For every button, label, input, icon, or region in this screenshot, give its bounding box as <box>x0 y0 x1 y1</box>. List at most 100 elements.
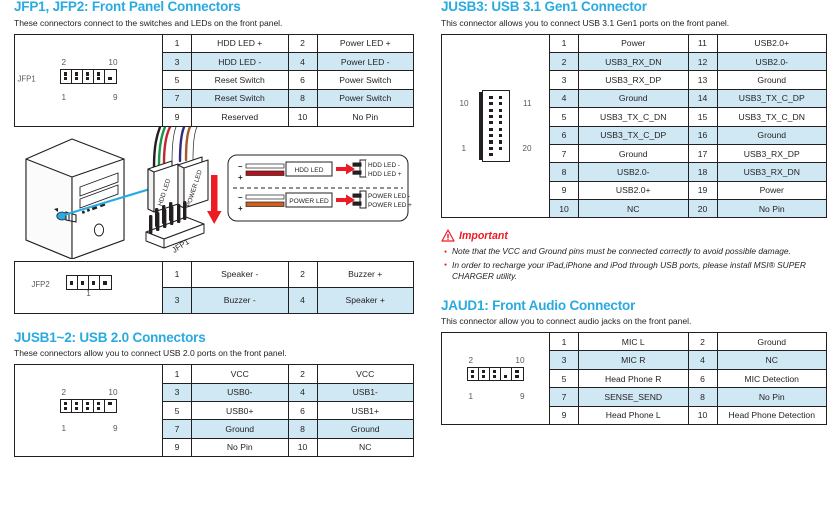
pin-number: 10 <box>687 405 718 426</box>
inset-hdd-block-label: HDD LED <box>295 167 324 174</box>
pin-signal: No Pin <box>191 437 289 458</box>
jfp1-pin-table: JFP1 2 10 1 9 1 HDD LED + 2 Power LED + … <box>14 33 414 127</box>
pin-signal: Power Switch <box>316 70 414 90</box>
pin-signal: Reset Switch <box>191 88 289 109</box>
pin-signal: NC <box>316 437 414 458</box>
hdd-minus-sign: – <box>238 162 243 171</box>
right-column: JUSB3: USB 3.1 Gen1 Connector This conne… <box>441 0 827 426</box>
pin-signal: MIC R <box>578 350 689 370</box>
pin-number: 11 <box>687 33 718 53</box>
jusb3-pin-top-left-number: 10 <box>459 99 469 109</box>
pin-number: 8 <box>687 387 718 407</box>
pin-number: 5 <box>549 368 579 389</box>
pin-signal: MIC Detection <box>716 368 827 389</box>
jaud1-header-diagram: 2 10 1 9 <box>441 332 550 426</box>
inset-hdd-target-plus: HDD LED + <box>368 171 402 178</box>
jusb12-section-description: These connectors allow you to connect US… <box>14 348 287 359</box>
pin-number: 1 <box>549 33 579 53</box>
pin-signal: No Pin <box>716 387 827 407</box>
pin-number: 4 <box>549 88 579 109</box>
pin-number: 4 <box>687 350 718 370</box>
pin-signal: USB3_TX_C_DN <box>578 107 689 127</box>
pin-number: 5 <box>162 70 192 90</box>
front-panel-illustration: HDD LED POWER LED JFP1 – + HDD LED HDD L… <box>14 125 418 260</box>
pin-signal: USB2.0- <box>716 51 827 72</box>
pin-number: 7 <box>549 143 579 164</box>
pin-number: 20 <box>687 199 718 219</box>
pin-number: 3 <box>162 286 192 314</box>
pin-number: 10 <box>549 199 579 219</box>
pin-signal: No Pin <box>716 199 827 219</box>
pin-number: 5 <box>549 107 579 127</box>
pin-number: 2 <box>287 33 318 53</box>
pin-signal: Head Phone Detection <box>716 405 827 426</box>
inset-hdd-target-minus: HDD LED - <box>368 162 400 169</box>
jusb3-pin-table: 10 11 1 20 1 Power 11 USB2.0+ 2 USB3_RX_… <box>441 33 827 219</box>
jfp1-connector-label: JFP1 <box>17 74 36 84</box>
jusb12-pin-top-left-number: 2 <box>61 387 67 397</box>
pin-signal: USB2.0- <box>578 162 689 182</box>
pin-number: 9 <box>162 437 192 458</box>
pin-signal: USB3_TX_C_DN <box>716 107 827 127</box>
jusb12-pin-bottom-left-number: 1 <box>61 423 67 433</box>
pin-number: 2 <box>287 364 318 384</box>
pin-number: 9 <box>549 180 579 201</box>
pin-number: 18 <box>687 162 718 182</box>
jusb12-pin-table: 2 10 1 9 1 VCC 2 VCC 3 USB0- 4 USB1- 5 U… <box>14 364 414 458</box>
pin-signal: Reserved <box>191 107 289 127</box>
jaud1-pin-table: 2 10 1 9 1 MIC L 2 Ground 3 MIC R 4 NC 5… <box>441 332 827 426</box>
jfp1-pin-top-right-number: 10 <box>108 58 118 68</box>
pin-number: 6 <box>549 125 579 145</box>
jusb3-section-title: JUSB3: USB 3.1 Gen1 Connector <box>441 0 647 14</box>
jusb12-header-diagram: 2 10 1 9 <box>14 364 163 458</box>
pin-number: 3 <box>549 70 579 90</box>
jusb3-pin-bottom-right-number: 20 <box>522 143 532 153</box>
important-item: In order to recharge your iPad,iPhone an… <box>444 260 827 283</box>
jaud1-section-title: JAUD1: Front Audio Connector <box>441 297 636 313</box>
pin-number: 2 <box>287 260 318 288</box>
pin-signal: USB3_RX_DP <box>716 143 827 164</box>
jfp-section-title: JFP1, JFP2: Front Panel Connectors <box>14 0 241 14</box>
pin-signal: HDD LED + <box>191 33 289 53</box>
jusb3-header-diagram: 10 11 1 20 <box>441 33 550 219</box>
pin-number: 8 <box>287 88 318 109</box>
important-heading: Important <box>441 229 827 243</box>
pin-signal: Speaker - <box>191 260 289 288</box>
jaud1-pin-bottom-right-number: 9 <box>519 391 525 401</box>
pin-number: 9 <box>549 405 579 426</box>
pin-signal: Ground <box>578 88 689 109</box>
pin-signal: VCC <box>191 364 289 384</box>
pin-signal: Ground <box>716 70 827 90</box>
pin-signal: VCC <box>316 364 414 384</box>
hdd-plus-sign: + <box>238 173 243 182</box>
pin-signal: USB3_RX_DP <box>578 70 689 90</box>
pin-signal: NC <box>716 350 827 370</box>
pin-number: 14 <box>687 88 718 109</box>
pin-signal: Reset Switch <box>191 70 289 90</box>
jusb3-pin-bottom-left-number: 1 <box>461 143 467 153</box>
jusb3-pin-top-right-number: 11 <box>523 99 532 109</box>
pin-signal: Buzzer + <box>316 260 414 288</box>
pin-number: 3 <box>549 350 579 370</box>
pin-signal: USB3_TX_C_DP <box>578 125 689 145</box>
pin-number: 7 <box>162 419 192 439</box>
pin-number: 2 <box>687 332 718 352</box>
pin-number: 6 <box>287 400 318 421</box>
pin-signal: Power LED + <box>316 33 414 53</box>
jfp1-pin-top-left-number: 2 <box>61 58 67 68</box>
pin-number: 7 <box>162 88 192 109</box>
manual-page: JFP1, JFP2: Front Panel Connectors These… <box>0 0 834 519</box>
power-plus-sign: + <box>238 204 243 213</box>
jusb12-section-title: JUSB1~2: USB 2.0 Connectors <box>14 329 206 345</box>
pin-number: 4 <box>287 51 318 72</box>
pin-number: 8 <box>287 419 318 439</box>
jfp1-pin-bottom-left-number: 1 <box>61 93 67 103</box>
pin-signal: Ground <box>716 125 827 145</box>
pin-signal: NC <box>578 199 689 219</box>
pin-number: 1 <box>162 364 192 384</box>
jaud1-pin-top-left-number: 2 <box>468 355 474 365</box>
pin-signal: USB3_RX_DN <box>578 51 689 72</box>
pin-signal: Ground <box>716 332 827 352</box>
jfp1-header-diagram: JFP1 2 10 1 9 <box>14 33 163 127</box>
pin-number: 19 <box>687 180 718 201</box>
